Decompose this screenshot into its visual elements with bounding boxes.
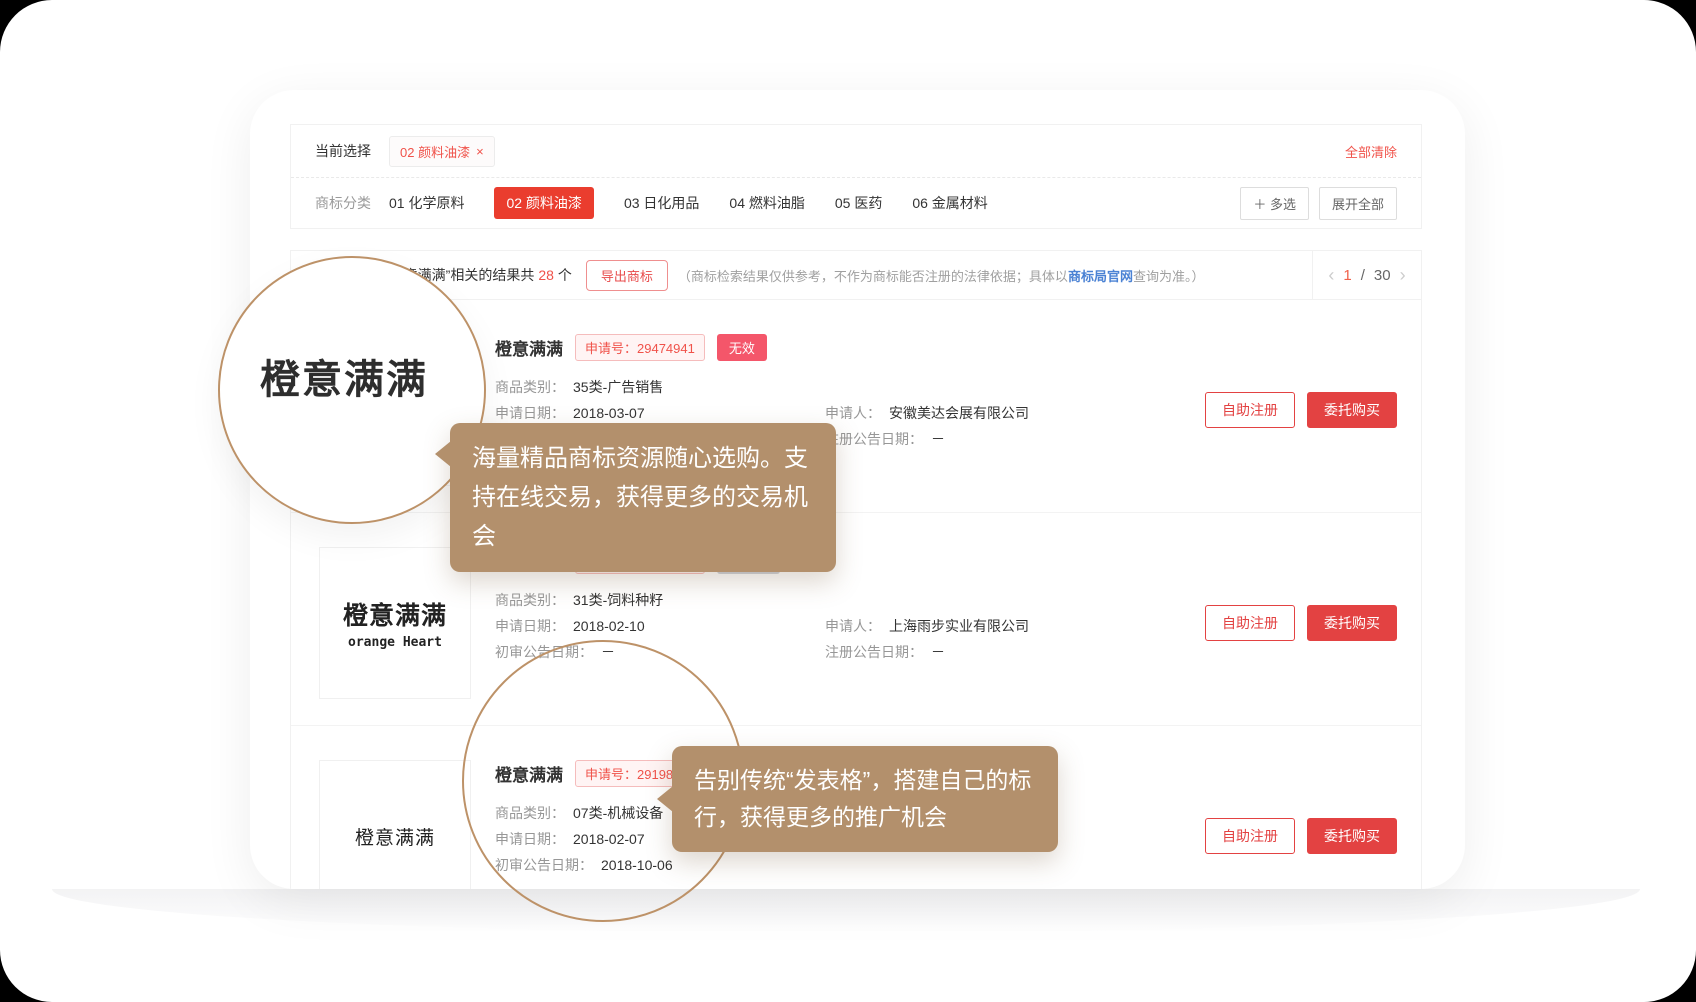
row-actions: 自助注册 委托购买 [1205, 605, 1397, 641]
remove-filter-icon[interactable]: × [476, 144, 484, 159]
row-actions: 自助注册 委托购买 [1205, 818, 1397, 854]
category-value: 31类-饲料种籽 [573, 590, 663, 610]
category-item-05[interactable]: 05 医药 [835, 193, 882, 213]
results-disclaimer: （商标检索结果仅供参考，不作为商标能否注册的法律依据；具体以商标局官网查询为准。… [678, 266, 1205, 285]
clear-all-button[interactable]: 全部清除 [1345, 142, 1397, 161]
export-trademarks-button[interactable]: 导出商标 [586, 260, 668, 291]
self-register-button[interactable]: 自助注册 [1205, 818, 1295, 854]
applicant-label: 申请人： [825, 403, 881, 423]
tooltip-text: 告别传统“发表格”，搭建自己的标行，获得更多的推广机会 [694, 767, 1031, 830]
expand-all-button[interactable]: 展开全部 [1319, 187, 1397, 220]
apply-date-label: 申请日期： [495, 616, 565, 636]
appno-label: 申请号： [585, 341, 637, 356]
tooltip-text: 海量精品商标资源随心选购。支持在线交易，获得更多的交易机会 [472, 445, 808, 550]
filter-action-buttons: ＋ 多选 展开全部 [1240, 187, 1397, 220]
selected-filter-tag[interactable]: 02 颜料油漆 × [389, 136, 495, 167]
category-item-01[interactable]: 01 化学原料 [389, 193, 464, 213]
trademark-office-link[interactable]: 商标局官网 [1068, 269, 1133, 284]
reg-notice-label: 注册公告日期： [825, 429, 923, 449]
category-item-02-selected[interactable]: 02 颜料油漆 [494, 187, 593, 219]
category-filter-label: 商标分类 [315, 193, 371, 213]
status-badge: 无效 [717, 334, 767, 361]
entrust-buy-button[interactable]: 委托购买 [1307, 605, 1397, 641]
trademark-image: 橙意满满 orange Heart [319, 547, 471, 699]
magnified-trademark-text: 橙意满满 [260, 347, 428, 405]
trademark-image-text: 橙意满满 [343, 596, 447, 632]
category-item-06[interactable]: 06 金属材料 [912, 193, 987, 213]
reg-notice-value: － [931, 429, 945, 449]
tooltip-arrow-icon [422, 441, 451, 467]
summary-suffix: 个 [558, 265, 572, 285]
current-selection-row: 当前选择 02 颜料油漆 × 全部清除 [291, 125, 1421, 178]
apply-date-value: 2018-02-10 [573, 618, 645, 634]
reg-notice-label: 注册公告日期： [825, 642, 923, 662]
magnifier-circle: 橙意满满 [218, 256, 486, 524]
apply-date-value: 2018-03-07 [573, 405, 645, 421]
multi-select-button[interactable]: ＋ 多选 [1240, 187, 1309, 220]
trademark-name: 橙意满满 [495, 335, 563, 360]
total-pages: 30 [1374, 267, 1391, 284]
selected-filter-tag-label: 02 颜料油漆 [400, 142, 470, 161]
results-header: 为您检索到“橙意满满”相关的结果共28 个 导出商标 （商标检索结果仅供参考，不… [291, 251, 1421, 300]
pagination: ‹ 1 / 30 › [1312, 251, 1421, 299]
entrust-buy-button[interactable]: 委托购买 [1307, 392, 1397, 428]
trademark-image: 橙意满满 [319, 760, 471, 889]
page-separator: / [1361, 267, 1365, 284]
feature-tooltip-promo: 告别传统“发表格”，搭建自己的标行，获得更多的推广机会 [672, 746, 1058, 852]
row-actions: 自助注册 委托购买 [1205, 392, 1397, 428]
current-selection-label: 当前选择 [315, 141, 371, 161]
feature-tooltip-trade: 海量精品商标资源随心选购。支持在线交易，获得更多的交易机会 [450, 423, 836, 572]
category-label: 商品类别： [495, 590, 565, 610]
self-register-button[interactable]: 自助注册 [1205, 605, 1295, 641]
applicant-value: 上海雨步实业有限公司 [889, 616, 1029, 636]
category-item-03[interactable]: 03 日化用品 [624, 193, 699, 213]
current-page: 1 [1343, 267, 1351, 284]
trademark-image-subtext: orange Heart [348, 635, 442, 650]
applicant-value: 安徽美达会展有限公司 [889, 403, 1029, 423]
category-value: 35类-广告销售 [573, 377, 663, 397]
apply-date-label: 申请日期： [495, 403, 565, 423]
appno-value: 29474941 [637, 341, 695, 356]
trademark-image-text: 橙意满满 [355, 823, 435, 850]
applicant-label: 申请人： [825, 616, 881, 636]
next-page-icon[interactable]: › [1400, 266, 1406, 284]
reg-notice-value: － [931, 642, 945, 662]
summary-count: 28 [538, 267, 554, 283]
disclaimer-prefix: （商标检索结果仅供参考，不作为商标能否注册的法律依据；具体以 [678, 269, 1068, 284]
prev-page-icon[interactable]: ‹ [1328, 266, 1334, 284]
category-label: 商品类别： [495, 377, 565, 397]
category-list: 01 化学原料 02 颜料油漆 03 日化用品 04 燃料油脂 05 医药 06… [389, 187, 988, 219]
filter-panel: 当前选择 02 颜料油漆 × 全部清除 商标分类 01 化学原料 02 颜料油漆… [290, 124, 1422, 229]
disclaimer-suffix: 查询为准。） [1133, 269, 1205, 284]
application-number-tag: 申请号：29474941 [575, 334, 705, 361]
entrust-buy-button[interactable]: 委托购买 [1307, 818, 1397, 854]
screenshot-stage: 当前选择 02 颜料油漆 × 全部清除 商标分类 01 化学原料 02 颜料油漆… [0, 0, 1696, 1002]
category-item-04[interactable]: 04 燃料油脂 [729, 193, 804, 213]
self-register-button[interactable]: 自助注册 [1205, 392, 1295, 428]
tooltip-arrow-icon [644, 786, 673, 812]
category-filter-row: 商标分类 01 化学原料 02 颜料油漆 03 日化用品 04 燃料油脂 05 … [291, 178, 1421, 228]
